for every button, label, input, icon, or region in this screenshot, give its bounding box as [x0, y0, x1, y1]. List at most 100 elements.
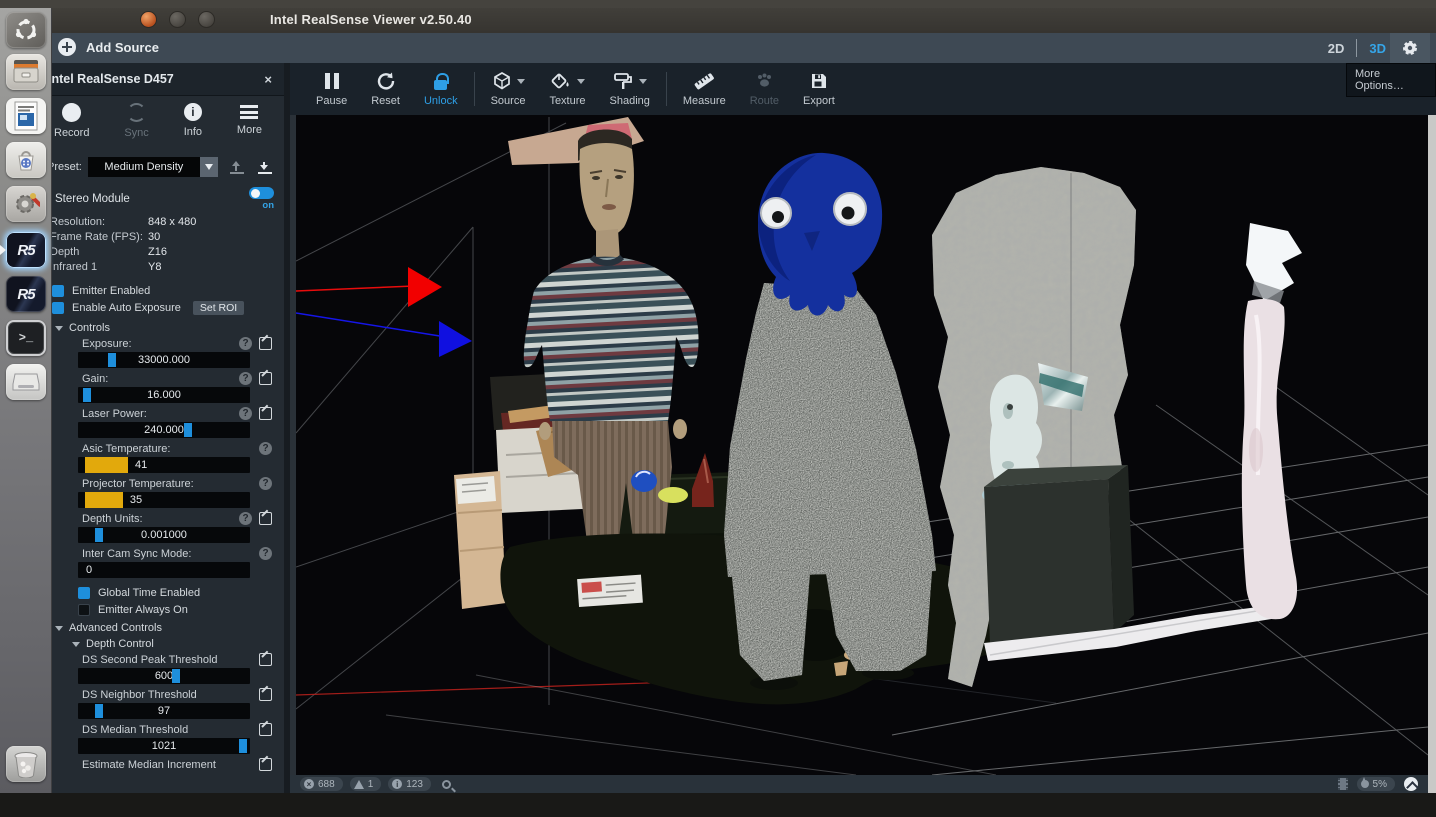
gain-slider[interactable]: 16.000: [78, 387, 250, 403]
help-icon[interactable]: ?: [239, 512, 252, 525]
unlock-button[interactable]: Unlock: [412, 71, 470, 107]
record-button[interactable]: Record: [54, 103, 89, 150]
texture-button[interactable]: Texture: [537, 71, 597, 107]
tab-3d[interactable]: 3D: [1369, 41, 1386, 56]
slider-handle[interactable]: [172, 669, 180, 683]
3d-viewport[interactable]: [296, 115, 1428, 775]
slider-handle[interactable]: [108, 353, 116, 367]
add-source-button[interactable]: Add Source: [58, 38, 159, 56]
trash-icon[interactable]: [6, 746, 46, 782]
global-time-row[interactable]: Global Time Enabled: [78, 584, 284, 601]
terminal-icon[interactable]: >_: [6, 320, 46, 356]
errors-count: 688: [318, 779, 335, 790]
controls-section-header[interactable]: Controls: [36, 320, 284, 336]
tab-2d[interactable]: 2D: [1328, 41, 1345, 56]
collapse-statusbar-button[interactable]: [1404, 777, 1418, 791]
terminal-glyph: >_: [19, 331, 33, 345]
window-maximize-button[interactable]: [198, 11, 215, 28]
shading-button[interactable]: Shading: [598, 71, 662, 107]
edit-icon[interactable]: [259, 653, 272, 666]
help-icon[interactable]: ?: [259, 547, 272, 560]
projector-temperature-meter: 35: [78, 492, 250, 508]
edit-icon[interactable]: [259, 512, 272, 525]
warnings-badge[interactable]: 1: [350, 777, 382, 791]
humidity-badge: 5%: [1357, 777, 1395, 791]
checkbox-checked-icon[interactable]: [52, 285, 64, 297]
device-panel-header[interactable]: Intel RealSense D457 ×: [36, 63, 284, 96]
download-preset-icon[interactable]: [258, 161, 272, 174]
inter-cam-sync-control: Inter Cam Sync Mode: ? 0: [36, 546, 284, 578]
more-options-button[interactable]: [1390, 33, 1430, 63]
slider-handle[interactable]: [184, 423, 192, 437]
edit-icon[interactable]: [259, 337, 272, 350]
realsense-viewer-icon[interactable]: R5: [6, 232, 46, 268]
texture-label: Texture: [549, 95, 585, 107]
slider-handle[interactable]: [83, 388, 91, 402]
search-icon[interactable]: [442, 780, 451, 789]
sync-button[interactable]: Sync: [124, 103, 148, 150]
edit-icon[interactable]: [259, 758, 272, 771]
set-roi-button[interactable]: Set ROI: [193, 301, 244, 315]
inter-cam-sync-input[interactable]: 0: [78, 562, 250, 578]
depth-control-header[interactable]: Depth Control: [36, 636, 284, 652]
laser-power-slider[interactable]: 240.000: [78, 422, 250, 438]
ds-neighbor-slider[interactable]: 97: [78, 703, 250, 719]
info-icon: i: [184, 103, 202, 121]
checkbox-checked-icon[interactable]: [52, 302, 64, 314]
disk-utility-icon[interactable]: [6, 364, 46, 400]
pause-button[interactable]: Pause: [304, 71, 359, 107]
emitter-always-on-row[interactable]: Emitter Always On: [78, 601, 284, 618]
module-toggle-wrap: on: [249, 187, 274, 211]
checkbox-unchecked-icon[interactable]: [78, 604, 90, 616]
device-close-button[interactable]: ×: [264, 72, 272, 87]
checkbox-checked-icon[interactable]: [78, 587, 90, 599]
route-button[interactable]: Route: [738, 71, 791, 107]
edit-icon[interactable]: [259, 688, 272, 701]
window-minimize-button[interactable]: [169, 11, 186, 28]
gain-control: Gain: ? 16.000: [36, 371, 284, 403]
edit-icon[interactable]: [259, 723, 272, 736]
preset-caret[interactable]: [200, 157, 218, 177]
help-icon[interactable]: ?: [259, 442, 272, 455]
file-manager-icon[interactable]: [6, 54, 46, 90]
ds-second-peak-slider[interactable]: 600: [78, 668, 250, 684]
slider-handle[interactable]: [95, 704, 103, 718]
exposure-slider[interactable]: 33000.000: [78, 352, 250, 368]
ubuntu-software-icon[interactable]: [6, 142, 46, 178]
system-settings-icon[interactable]: [6, 186, 46, 222]
module-on-toggle[interactable]: [249, 187, 274, 199]
ds-median-slider[interactable]: 1021: [78, 738, 250, 754]
advanced-controls-header[interactable]: Advanced Controls: [36, 620, 284, 636]
upload-preset-icon[interactable]: [230, 161, 244, 174]
help-icon[interactable]: ?: [239, 337, 252, 350]
help-icon[interactable]: ?: [239, 372, 252, 385]
messages-badge[interactable]: i 123: [388, 777, 431, 791]
stereo-module-row[interactable]: Stereo Module on: [36, 184, 284, 214]
libreoffice-icon[interactable]: [6, 98, 46, 134]
export-button[interactable]: Export: [791, 71, 847, 107]
edit-icon[interactable]: [259, 407, 272, 420]
emitter-enabled-row[interactable]: Emitter Enabled: [52, 282, 284, 299]
slider-handle[interactable]: [239, 739, 247, 753]
slider-handle[interactable]: [95, 528, 103, 542]
auto-exposure-label: Enable Auto Exposure: [72, 302, 181, 314]
auto-exposure-row[interactable]: Enable Auto Exposure Set ROI: [52, 299, 284, 316]
window-close-button[interactable]: [140, 11, 157, 28]
paint-bucket-icon: [550, 71, 572, 91]
window-titlebar[interactable]: Intel RealSense Viewer v2.50.40: [0, 8, 1436, 33]
measure-button[interactable]: Measure: [671, 71, 738, 107]
more-button[interactable]: More: [237, 103, 262, 150]
depth-units-slider[interactable]: 0.001000: [78, 527, 250, 543]
source-button[interactable]: Source: [479, 71, 538, 107]
errors-badge[interactable]: × 688: [300, 777, 343, 791]
realsense-tool-icon[interactable]: R5: [6, 276, 46, 312]
preset-dropdown[interactable]: Medium Density: [88, 157, 218, 177]
info-label: Info: [184, 126, 202, 138]
reset-button[interactable]: Reset: [359, 71, 412, 107]
edit-icon[interactable]: [259, 372, 272, 385]
help-icon[interactable]: ?: [259, 477, 272, 490]
help-icon[interactable]: ?: [239, 407, 252, 420]
info-button[interactable]: i Info: [184, 103, 202, 150]
route-label: Route: [750, 95, 779, 107]
ubuntu-dash-icon[interactable]: [6, 12, 46, 48]
